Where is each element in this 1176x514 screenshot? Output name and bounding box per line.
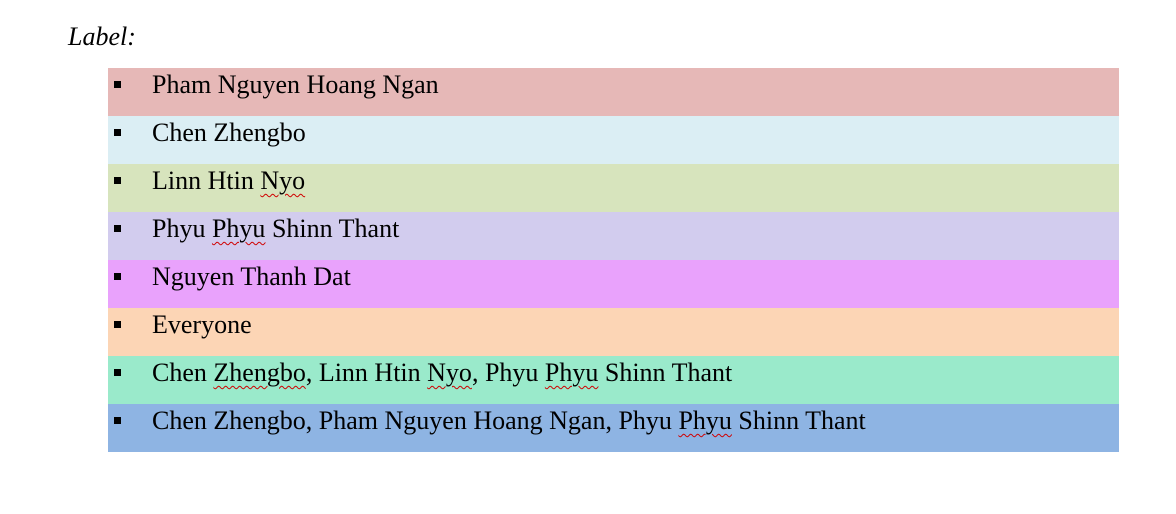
text-segment: Linn Htin [152,166,261,195]
label-item-text: Everyone [152,308,252,342]
label-item-text: Phyu Phyu Shinn Thant [152,212,399,246]
text-segment: Shinn Thant [598,358,733,387]
label-item-text: Chen Zhengbo [152,116,306,150]
label-item-text: Linn Htin Nyo [152,164,305,198]
label-item-text: Chen Zhengbo, Pham Nguyen Hoang Ngan, Ph… [152,404,866,438]
text-segment: Phyu [152,214,212,243]
misspelled-word: Nyo [260,166,306,195]
label-item: Phyu Phyu Shinn Thant [108,212,1119,260]
square-bullet-icon [114,273,121,280]
misspelled-word: Phyu [678,406,732,435]
label-item: Linn Htin Nyo [108,164,1119,212]
label-item: Everyone [108,308,1119,356]
square-bullet-icon [114,225,121,232]
square-bullet-icon [114,81,121,88]
label-item: Chen Zhengbo, Pham Nguyen Hoang Ngan, Ph… [108,404,1119,452]
text-segment: Pham Nguyen Hoang Ngan [152,70,439,99]
label-item: Nguyen Thanh Dat [108,260,1119,308]
text-segment: Chen [152,358,214,387]
misspelled-word: Phyu [211,214,266,243]
square-bullet-icon [114,369,121,376]
square-bullet-icon [114,321,121,328]
label-heading: Label: [68,22,136,51]
text-segment: Everyone [152,310,252,339]
label-item-text: Pham Nguyen Hoang Ngan [152,68,439,102]
label-item-text: Chen Zhengbo, Linn Htin Nyo, Phyu Phyu S… [152,356,732,390]
text-segment: Shinn Thant [265,214,400,243]
text-segment: Nguyen Thanh Dat [152,262,351,291]
label-item: Chen Zhengbo, Linn Htin Nyo, Phyu Phyu S… [108,356,1119,404]
square-bullet-icon [114,129,121,136]
text-segment: Chen Zhengbo [152,118,306,147]
label-item: Chen Zhengbo [108,116,1119,164]
text-segment: , Linn Htin [305,358,428,387]
misspelled-word: Nyo [427,358,472,387]
square-bullet-icon [114,417,121,424]
label-item-text: Nguyen Thanh Dat [152,260,351,294]
misspelled-word: Zhengbo [213,358,306,387]
text-segment: Chen Zhengbo, Pham Nguyen Hoang Ngan, Ph… [152,406,679,435]
text-segment: Shinn Thant [731,406,866,435]
label-list: Pham Nguyen Hoang Ngan Chen Zhengbo Linn H… [108,68,1119,452]
misspelled-word: Phyu [544,358,599,387]
label-item: Pham Nguyen Hoang Ngan [108,68,1119,116]
text-segment: , Phyu [471,358,545,387]
square-bullet-icon [114,177,121,184]
